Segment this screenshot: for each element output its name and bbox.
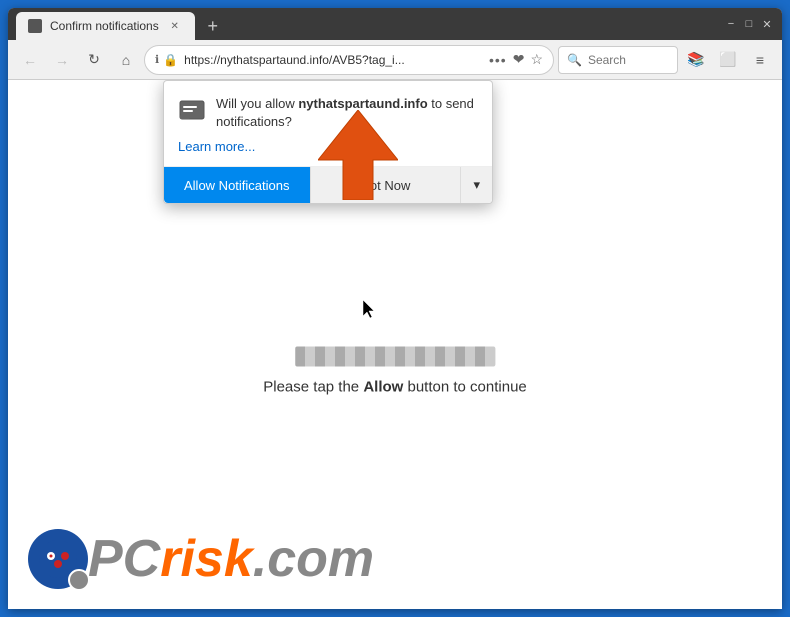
new-tab-button[interactable]: + [199,12,227,40]
page-message-after: button to continue [403,378,526,395]
pointing-arrow-icon [318,110,398,200]
tab-close-button[interactable]: ✕ [167,18,183,34]
not-now-dropdown-button[interactable]: ▾ [460,167,492,203]
address-bar[interactable]: ℹ 🔒 https://nythatspartaund.info/AVB5?ta… [144,45,554,75]
refresh-button[interactable]: ↻ [80,46,108,74]
minimize-button[interactable]: − [724,17,738,31]
library-button[interactable]: 📚 [682,46,710,74]
tab-title: Confirm notifications [50,19,159,33]
maximize-button[interactable]: □ [742,17,756,31]
browser-window: Confirm notifications ✕ + − □ ✕ ← → ↻ ⌂ … [8,8,782,609]
window-controls: − □ ✕ [724,17,774,31]
search-box[interactable]: 🔍 [558,46,678,74]
address-right-icons: ❤ ☆ [513,51,543,68]
page-message-before: Please tap the [263,378,363,395]
home-button[interactable]: ⌂ [112,46,140,74]
pcrisk-text: PCrisk.com [88,533,374,585]
notification-message-before: Will you allow [216,96,298,111]
address-more-button[interactable]: ••• [489,52,507,68]
lock-icon: 🔒 [163,53,178,67]
tab-area: Confirm notifications ✕ + [16,8,716,40]
nav-right-icons: 📚 ⬜ ≡ [682,46,774,74]
sync-button[interactable]: ⬜ [714,46,742,74]
allow-notifications-button[interactable]: Allow Notifications [164,167,310,203]
search-input[interactable] [588,53,668,67]
tab-favicon-icon [28,19,42,33]
pc-text: PC [88,530,160,588]
forward-button[interactable]: → [48,46,76,74]
page-allow-word: Allow [363,378,403,395]
info-icon: ℹ [155,53,159,66]
menu-button[interactable]: ≡ [746,46,774,74]
bookmark-icon[interactable]: ☆ [530,51,543,68]
pcrisk-logo: PCrisk.com [28,529,374,589]
close-button[interactable]: ✕ [760,17,774,31]
navigation-bar: ← → ↻ ⌂ ℹ 🔒 https://nythatspartaund.info… [8,40,782,80]
notification-site-name: nythatspartaund.info [298,96,427,111]
pcrisk-logo-icon [28,529,88,589]
back-button[interactable]: ← [16,46,44,74]
page-message: Please tap the Allow button to continue [263,378,527,395]
address-text: https://nythatspartaund.info/AVB5?tag_i.… [184,53,483,67]
search-icon: 🔍 [567,53,582,67]
title-bar: Confirm notifications ✕ + − □ ✕ [8,8,782,40]
progress-bar [295,346,495,366]
dotcom-text: .com [253,530,374,588]
browser-content: Will you allow nythatspartaund.info to s… [8,80,782,609]
risk-text: risk [160,530,253,588]
pocket-icon[interactable]: ❤ [513,51,525,68]
notification-chat-icon [178,97,206,125]
browser-tab[interactable]: Confirm notifications ✕ [16,12,195,40]
arrow-annotation [318,110,398,205]
address-icons: ℹ 🔒 [155,53,178,67]
page-center-content: Please tap the Allow button to continue [263,346,527,395]
